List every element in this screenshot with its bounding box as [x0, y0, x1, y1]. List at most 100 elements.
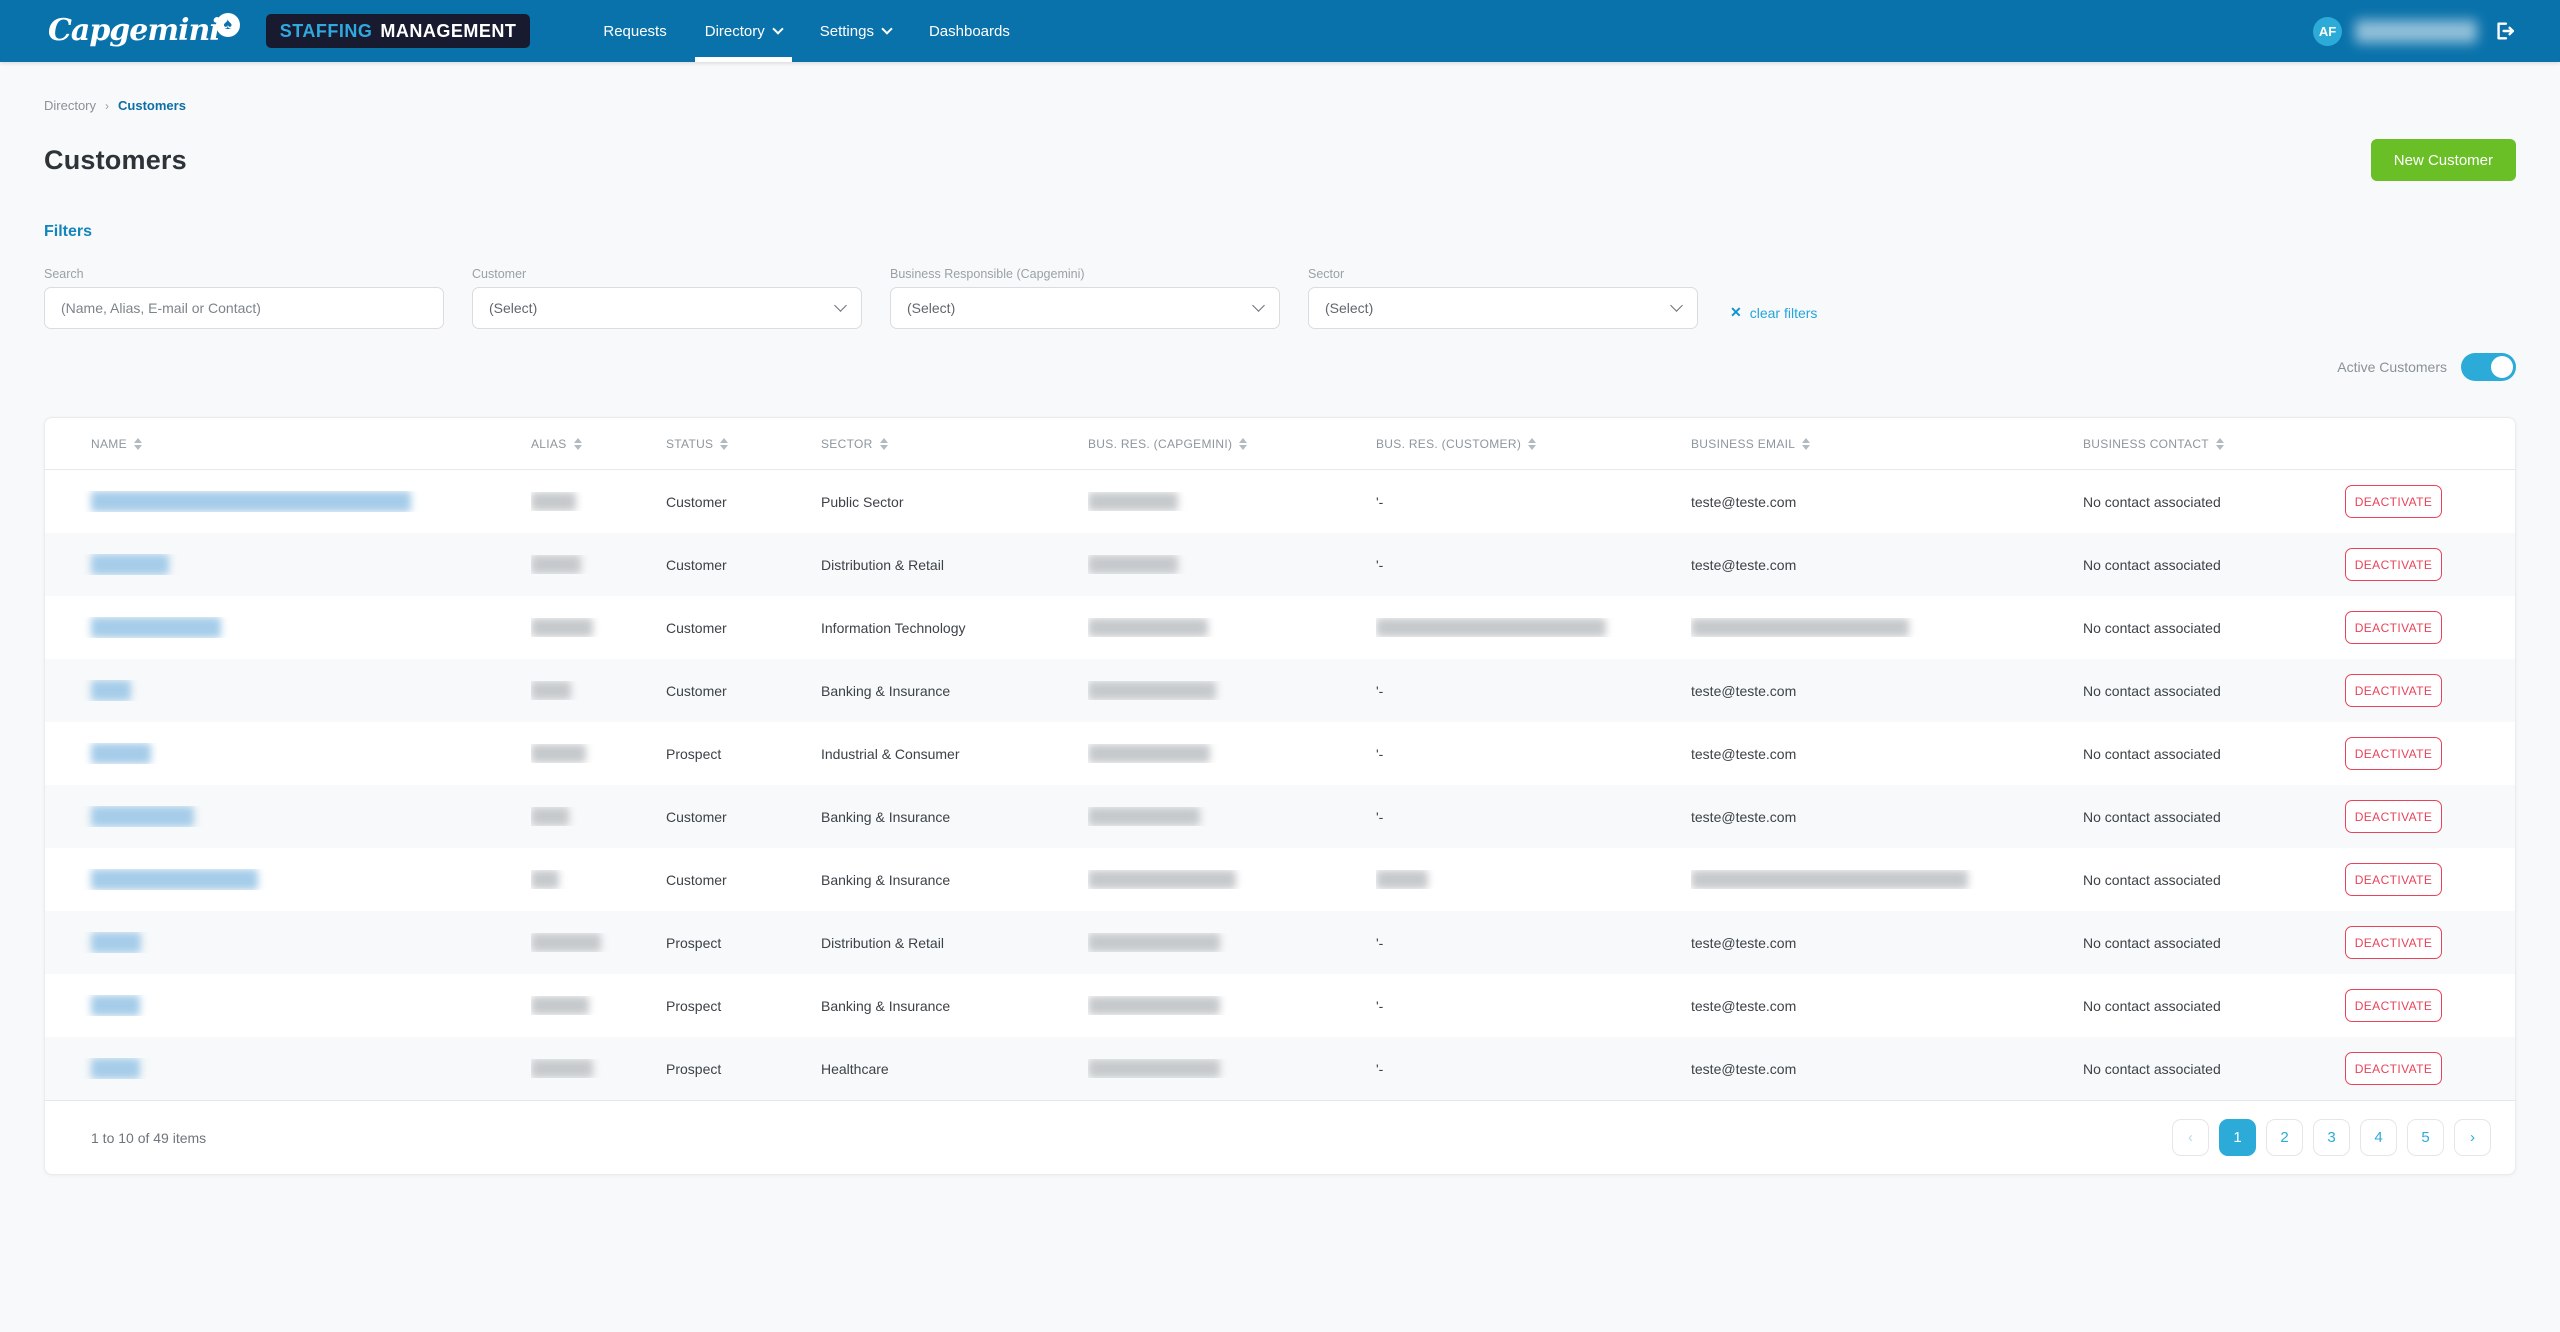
column-header-sector[interactable]: SECTOR — [821, 437, 1088, 451]
pagination-page-5[interactable]: 5 — [2407, 1119, 2444, 1156]
pagination-page-1[interactable]: 1 — [2219, 1119, 2256, 1156]
pagination-page-3[interactable]: 3 — [2313, 1119, 2350, 1156]
main-nav: Requests Directory SettingsDashboards — [584, 0, 1028, 62]
logout-icon[interactable] — [2494, 20, 2516, 42]
pagination-prev-button[interactable]: ‹ — [2172, 1119, 2209, 1156]
column-label: STATUS — [666, 437, 713, 451]
customer-name-link[interactable] — [91, 743, 151, 764]
customer-alias-cell — [531, 744, 666, 763]
customer-name-link[interactable] — [91, 932, 141, 953]
bus-res-customer-cell — [1376, 618, 1691, 637]
nav-item-directory[interactable]: Directory — [686, 0, 801, 62]
new-customer-button[interactable]: New Customer — [2371, 139, 2516, 181]
bus-res-capgemini-cell — [1088, 996, 1376, 1015]
customer-select[interactable]: (Select) — [472, 287, 862, 329]
deactivate-button[interactable]: DEACTIVATE — [2345, 548, 2442, 581]
bus-res-capgemini-redacted — [1088, 555, 1178, 574]
table-row: CustomerBanking & Insurance'-teste@teste… — [45, 785, 2515, 848]
column-label: BUS. RES. (CAPGEMINI) — [1088, 437, 1232, 451]
customer-name-cell — [45, 806, 531, 827]
customer-name-cell — [45, 743, 531, 764]
deactivate-button[interactable]: DEACTIVATE — [2345, 926, 2442, 959]
customer-name-link[interactable] — [91, 869, 258, 890]
business-contact-cell: No contact associated — [2083, 557, 2345, 573]
deactivate-button[interactable]: DEACTIVATE — [2345, 611, 2442, 644]
nav-item-label: Requests — [603, 23, 666, 40]
deactivate-button[interactable]: DEACTIVATE — [2345, 674, 2442, 707]
column-label: NAME — [91, 437, 127, 451]
customer-name-link[interactable] — [91, 995, 140, 1016]
clear-filters-link[interactable]: ✕ clear filters — [1730, 304, 1817, 321]
breadcrumb-customers: Customers — [118, 98, 186, 113]
customer-name-link[interactable] — [91, 617, 221, 638]
business-responsible-field: Business Responsible (Capgemini) (Select… — [890, 267, 1280, 329]
deactivate-button[interactable]: DEACTIVATE — [2345, 485, 2442, 518]
filters-row: Search Customer (Select) Business Respon… — [44, 267, 2516, 329]
bus-res-capgemini-redacted — [1088, 996, 1220, 1015]
customer-name-link[interactable] — [91, 1058, 140, 1079]
customer-sector-cell: Distribution & Retail — [821, 935, 1088, 951]
business-contact-cell: No contact associated — [2083, 494, 2345, 510]
business-email-cell: teste@teste.com — [1691, 998, 2083, 1014]
page-content: Directory › Customers Customers New Cust… — [0, 98, 2560, 1175]
column-header-status[interactable]: STATUS — [666, 437, 821, 451]
customer-alias-redacted — [531, 681, 571, 700]
customer-sector-cell: Distribution & Retail — [821, 557, 1088, 573]
sector-select[interactable]: (Select) — [1308, 287, 1698, 329]
customer-alias-redacted — [531, 492, 576, 511]
deactivate-button[interactable]: DEACTIVATE — [2345, 989, 2442, 1022]
column-header-business-contact[interactable]: BUSINESS CONTACT — [2083, 437, 2345, 451]
customer-status-cell: Customer — [666, 683, 821, 699]
user-area: AF — [2313, 17, 2516, 46]
customer-name-link[interactable] — [91, 554, 169, 575]
column-header-name[interactable]: NAME — [45, 437, 531, 451]
business-responsible-select[interactable]: (Select) — [890, 287, 1280, 329]
capgemini-spade-icon: ♠ — [216, 13, 240, 37]
nav-item-requests[interactable]: Requests — [584, 0, 685, 62]
table-body: CustomerPublic Sector'-teste@teste.comNo… — [45, 470, 2515, 1100]
bus-res-capgemini-cell — [1088, 618, 1376, 637]
deactivate-button[interactable]: DEACTIVATE — [2345, 800, 2442, 833]
column-header-alias[interactable]: ALIAS — [531, 437, 666, 451]
nav-item-settings[interactable]: Settings — [801, 0, 910, 62]
customer-field: Customer (Select) — [472, 267, 862, 329]
column-header-business-email[interactable]: BUSINESS EMAIL — [1691, 437, 2083, 451]
toggle-knob — [2491, 356, 2513, 378]
customer-name-link[interactable] — [91, 680, 131, 701]
customer-status-cell: Customer — [666, 557, 821, 573]
customer-status-cell: Prospect — [666, 998, 821, 1014]
customer-sector-cell: Banking & Insurance — [821, 683, 1088, 699]
row-actions-cell: DEACTIVATE — [2345, 737, 2515, 770]
active-customers-row: Active Customers — [44, 353, 2516, 381]
column-header-bus-res-customer[interactable]: BUS. RES. (CUSTOMER) — [1376, 437, 1691, 451]
pagination-page-4[interactable]: 4 — [2360, 1119, 2397, 1156]
deactivate-button[interactable]: DEACTIVATE — [2345, 1052, 2442, 1085]
customer-alias-cell — [531, 933, 666, 952]
customer-name-cell — [45, 1058, 531, 1079]
row-actions-cell: DEACTIVATE — [2345, 863, 2515, 896]
row-actions-cell: DEACTIVATE — [2345, 926, 2515, 959]
customer-sector-cell: Banking & Insurance — [821, 809, 1088, 825]
deactivate-button[interactable]: DEACTIVATE — [2345, 737, 2442, 770]
sort-icon — [1802, 438, 1810, 450]
user-name-redacted — [2355, 20, 2477, 43]
business-contact-cell: No contact associated — [2083, 935, 2345, 951]
customer-name-link[interactable] — [91, 491, 411, 512]
customer-name-link[interactable] — [91, 806, 194, 827]
customer-sector-cell: Public Sector — [821, 494, 1088, 510]
active-customers-toggle[interactable] — [2461, 353, 2516, 381]
business-contact-cell: No contact associated — [2083, 809, 2345, 825]
user-avatar[interactable]: AF — [2313, 17, 2342, 46]
column-header-bus-res-capgemini[interactable]: BUS. RES. (CAPGEMINI) — [1088, 437, 1376, 451]
pagination-page-2[interactable]: 2 — [2266, 1119, 2303, 1156]
breadcrumb-directory[interactable]: Directory — [44, 98, 96, 113]
customer-alias-cell — [531, 870, 666, 889]
capgemini-logo[interactable]: Capgemini ♠ — [48, 16, 240, 46]
nav-item-label: Directory — [705, 23, 765, 40]
search-input[interactable] — [44, 287, 444, 329]
pagination-next-button[interactable]: › — [2454, 1119, 2491, 1156]
bus-res-capgemini-cell — [1088, 744, 1376, 763]
nav-item-dashboards[interactable]: Dashboards — [910, 0, 1029, 62]
deactivate-button[interactable]: DEACTIVATE — [2345, 863, 2442, 896]
customer-name-cell — [45, 869, 531, 890]
